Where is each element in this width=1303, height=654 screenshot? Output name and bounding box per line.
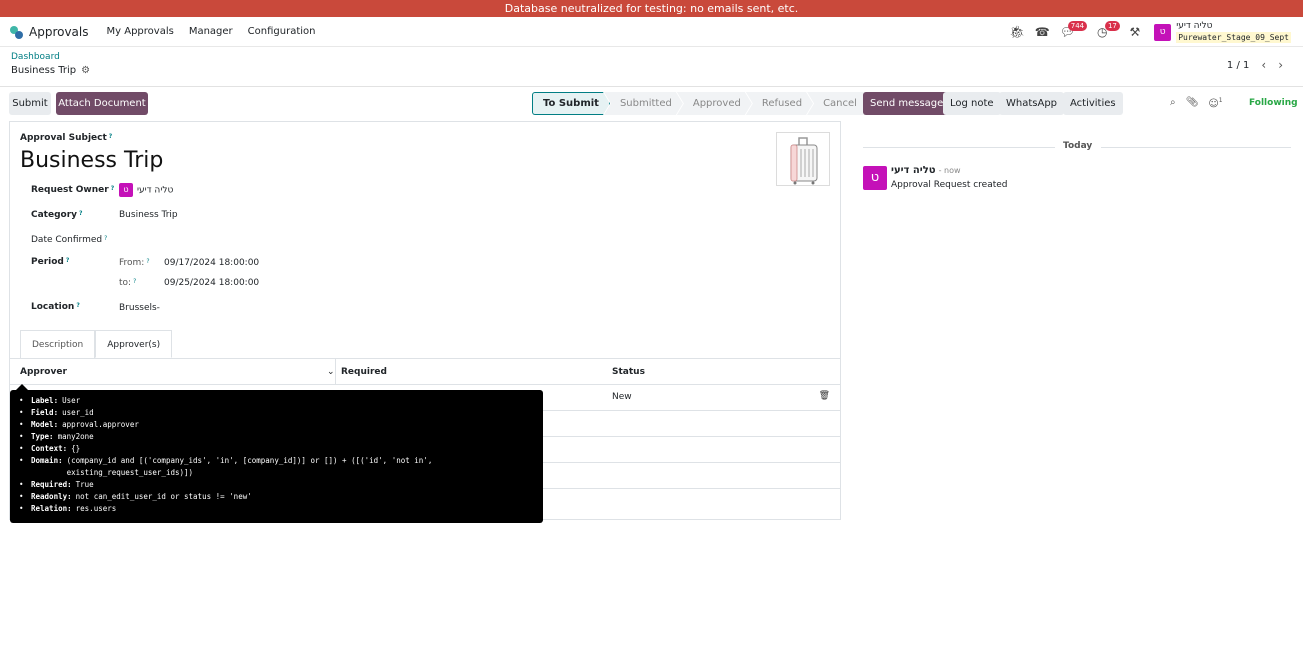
message-body: Approval Request created <box>891 180 1008 190</box>
activities-clock-icon[interactable]: ◷ 17 <box>1097 17 1120 47</box>
tab-approvers[interactable]: Approver(s) <box>95 330 173 358</box>
message-header: טליה דיעי - now <box>891 165 961 176</box>
pager-value[interactable]: 1 / 1 <box>1227 60 1249 71</box>
control-panel: Dashboard Business Trip ⚙ 1 / 1 ‹ › <box>0 47 1303 87</box>
stage-refused[interactable]: Refused <box>746 92 813 115</box>
today-label: Today <box>1063 141 1093 151</box>
submit-button[interactable]: Submit <box>9 92 51 115</box>
tooltip-line: • Required: True <box>19 480 94 489</box>
menu-my-approvals[interactable]: My Approvals <box>107 26 174 37</box>
messages-icon[interactable]: 💬︎ 744 <box>1060 17 1088 47</box>
category-value[interactable]: Business Trip <box>119 210 178 220</box>
approvals-app-icon[interactable] <box>10 25 24 39</box>
tooltip-line: • Label: User <box>19 396 81 405</box>
chevron-left-icon[interactable]: ‹ <box>1261 58 1266 72</box>
record-title-text: Business Trip <box>11 65 77 76</box>
breadcrumb-dashboard[interactable]: Dashboard <box>11 52 60 62</box>
stage-cancel[interactable]: Cancel <box>807 92 868 115</box>
stage-to-submit[interactable]: To Submit <box>532 92 610 115</box>
table-header: Approver ⌄ Required Status <box>10 359 840 385</box>
message-time: - now <box>938 166 961 175</box>
stage-approved[interactable]: Approved <box>677 92 752 115</box>
user-name: טליה דיעי <box>1176 21 1213 31</box>
date-from-field[interactable]: 09/17/2024 18:00:00 <box>164 258 259 268</box>
database-name: Purewater_Stage_09_Sept <box>1176 32 1291 43</box>
activities-count-badge: 17 <box>1104 21 1120 31</box>
tooltip-line: • Context:{} <box>19 444 81 453</box>
today-separator: Today <box>863 140 1291 154</box>
status-bar: To Submit Submitted Approved Refused Can… <box>532 92 868 115</box>
location-label: Location? <box>31 302 80 312</box>
following-button[interactable]: Following <box>1249 98 1298 108</box>
category-label: Category? <box>31 210 83 220</box>
bug-icon[interactable]: 🐞︎ <box>1010 17 1025 47</box>
date-to-field[interactable]: 09/25/2024 18:00:00 <box>164 278 259 288</box>
message-author[interactable]: טליה דיעי <box>891 165 936 176</box>
messages-count-badge: 744 <box>1067 21 1088 31</box>
log-note-button[interactable]: Log note <box>943 92 1001 115</box>
send-message-button[interactable]: Send message <box>863 92 951 115</box>
paperclip-icon[interactable]: 📎︎ <box>1186 97 1199 109</box>
stage-submitted[interactable]: Submitted <box>604 92 683 115</box>
activities-button[interactable]: Activities <box>1063 92 1123 115</box>
tooltip-line: • Type: many2one <box>19 432 94 441</box>
tooltip-line: • Relation: res.users <box>19 504 117 513</box>
chatter-icons: ⌕ 📎︎ ☺1 <box>1170 97 1233 109</box>
menu-configuration[interactable]: Configuration <box>248 26 316 37</box>
record-title: Business Trip ⚙ <box>11 65 90 76</box>
trash-icon[interactable]: 🗑︎ <box>819 391 830 401</box>
from-label: From:? <box>119 258 150 268</box>
whatsapp-button[interactable]: WhatsApp <box>999 92 1065 115</box>
chevron-down-icon[interactable]: ⌄ <box>327 367 335 377</box>
top-navbar: Approvals My Approvals Manager Configura… <box>0 17 1303 47</box>
field-tooltip: • Label: User • Field: user_id • Model: approv… <box>10 384 543 523</box>
app-name[interactable]: Approvals <box>29 25 89 39</box>
tools-icon[interactable]: ⚒ <box>1129 17 1140 47</box>
header-status[interactable]: Status <box>612 367 645 377</box>
tab-description[interactable]: Description <box>20 330 96 358</box>
search-icon[interactable]: ⌕ <box>1170 97 1176 109</box>
header-required[interactable]: Required <box>341 367 387 377</box>
request-owner-label: Request Owner? <box>31 185 115 195</box>
user-avatar[interactable]: ט <box>1154 23 1172 41</box>
luggage-icon <box>790 137 818 185</box>
followers-count: 1 <box>1218 97 1223 104</box>
user-menu[interactable]: טליה דיעי Purewater_Stage_09_Sept <box>1176 21 1291 43</box>
subject-value[interactable]: Business Trip <box>20 148 163 173</box>
location-value[interactable]: Brussels- <box>119 303 160 313</box>
date-confirmed-label: Date Confirmed? <box>31 235 108 245</box>
chevron-right-icon[interactable]: › <box>1278 58 1283 72</box>
menu-manager[interactable]: Manager <box>189 26 233 37</box>
phone-icon[interactable]: ☎ <box>1035 17 1050 47</box>
header-approver[interactable]: Approver <box>20 367 67 377</box>
followers-icon[interactable]: ☺1 <box>1208 97 1222 109</box>
tooltip-line: • Readonly: not can_edit_user_id or status… <box>19 492 252 501</box>
neutralized-banner: Database neutralized for testing: no ema… <box>0 0 1303 17</box>
tooltip-line: • Field: user_id <box>19 408 94 417</box>
navbar-systray: 🐞︎ ☎ 💬︎ 744 ◷ 17 ⚒ ט טליה דיעי Purewater_S… <box>1000 17 1291 47</box>
owner-avatar: ט <box>119 183 133 197</box>
notebook-tabs: Description Approver(s) <box>20 330 173 358</box>
row-status: New <box>612 392 632 402</box>
category-image <box>776 132 830 186</box>
request-owner-field[interactable]: ט טליה דיעי <box>119 183 173 197</box>
to-label: to:? <box>119 278 137 288</box>
tooltip-line: • Domain: (company_id and [('company_ids',… <box>19 456 433 477</box>
pager: 1 / 1 ‹ › <box>1227 58 1283 72</box>
owner-name: טליה דיעי <box>137 185 174 196</box>
period-label: Period? <box>31 257 70 267</box>
message-author-avatar[interactable]: ט <box>863 166 887 190</box>
tooltip-line: • Model: approval.approver <box>19 420 139 429</box>
attach-document-button[interactable]: Attach Document <box>56 92 148 115</box>
subject-label: Approval Subject? <box>20 133 113 143</box>
gear-icon[interactable]: ⚙ <box>81 65 90 76</box>
